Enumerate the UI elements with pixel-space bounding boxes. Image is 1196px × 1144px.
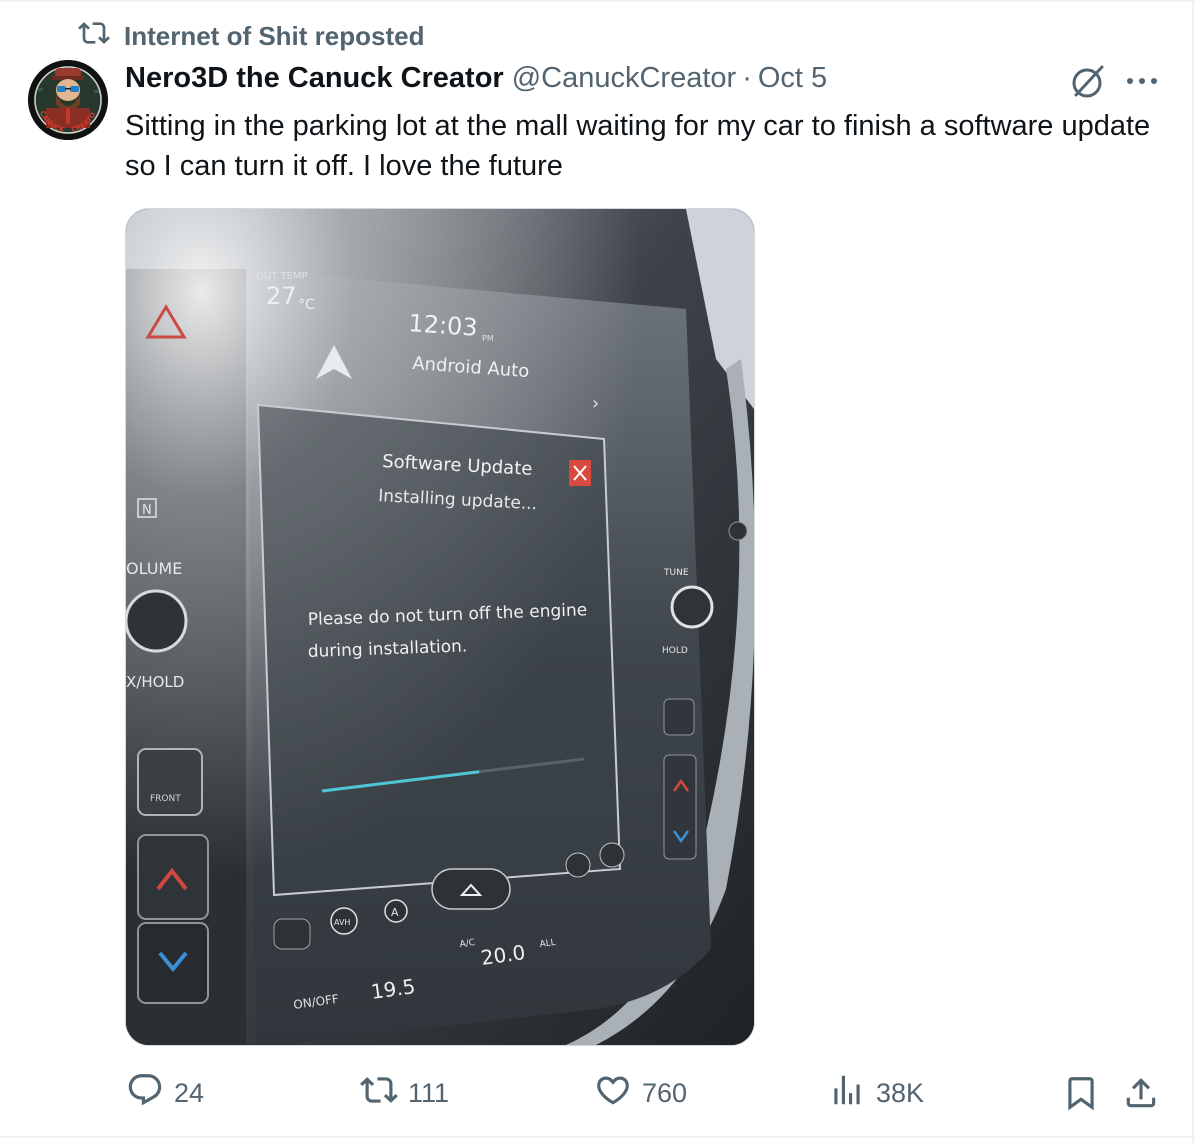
photo-clock: 12:03 — [408, 309, 479, 342]
share-icon[interactable] — [1122, 1074, 1160, 1112]
photo-out-temp-label: OUT TEMP — [256, 271, 308, 282]
repost-icon — [78, 17, 110, 56]
photo-hold-label: X/HOLD — [126, 673, 184, 691]
tweet-header: Nero3D the Canuck Creator @CanuckCreator… — [125, 62, 827, 100]
heart-icon — [594, 1071, 632, 1116]
photo-nfc-label: N — [142, 503, 152, 518]
tweet-date[interactable]: Oct 5 — [758, 62, 827, 95]
reply-count: 24 — [174, 1077, 205, 1108]
views-icon — [828, 1071, 866, 1116]
repost-count: 111 — [408, 1077, 450, 1108]
repost-context-label: Internet of Shit reposted — [124, 20, 425, 51]
more-icon[interactable] — [1120, 64, 1164, 98]
like-button[interactable]: 760 — [594, 1068, 687, 1118]
photo-out-temp: 27 — [266, 282, 297, 310]
photo-front-label: FRONT — [150, 794, 181, 804]
photo-temp-unit: °C — [298, 297, 315, 313]
frame-top-border — [0, 0, 1196, 2]
frame-bottom-border — [0, 1136, 1196, 1138]
repost-icon — [360, 1071, 398, 1116]
reply-icon — [126, 1071, 164, 1116]
frame-right-border — [1192, 0, 1194, 1144]
photo-hold-right: HOLD — [662, 646, 688, 656]
svg-text:›: › — [592, 393, 599, 414]
photo-avh-label: AVH — [334, 918, 350, 927]
user-handle[interactable]: @CanuckCreator — [512, 62, 736, 95]
like-count: 760 — [642, 1077, 688, 1108]
bookmark-icon[interactable] — [1062, 1074, 1100, 1112]
action-bar: 24 111 760 38K — [0, 1068, 1196, 1118]
photo-tune-label: TUNE — [663, 568, 689, 578]
repost-context[interactable]: Internet of Shit reposted — [78, 20, 424, 52]
grok-icon[interactable] — [1068, 62, 1108, 102]
avatar[interactable]: CANUCK CREATOR — [28, 60, 108, 140]
reply-button[interactable]: 24 — [126, 1068, 204, 1118]
display-name[interactable]: Nero3D the Canuck Creator — [125, 62, 504, 95]
photo-volume-label: OLUME — [126, 559, 182, 578]
tweet-photo[interactable]: OUT TEMP 27 °C 12:03 PM Android Auto › S… — [125, 208, 755, 1046]
tweet-text: Sitting in the parking lot at the mall w… — [125, 110, 1151, 182]
photo-a-label: A — [391, 906, 399, 919]
views-button[interactable]: 38K — [828, 1068, 924, 1118]
header-separator: · — [742, 62, 752, 94]
photo-ac-label: A/C — [459, 938, 476, 950]
photo-clock-pm: PM — [482, 334, 494, 343]
views-count: 38K — [876, 1077, 925, 1108]
repost-button[interactable]: 111 — [360, 1068, 449, 1118]
